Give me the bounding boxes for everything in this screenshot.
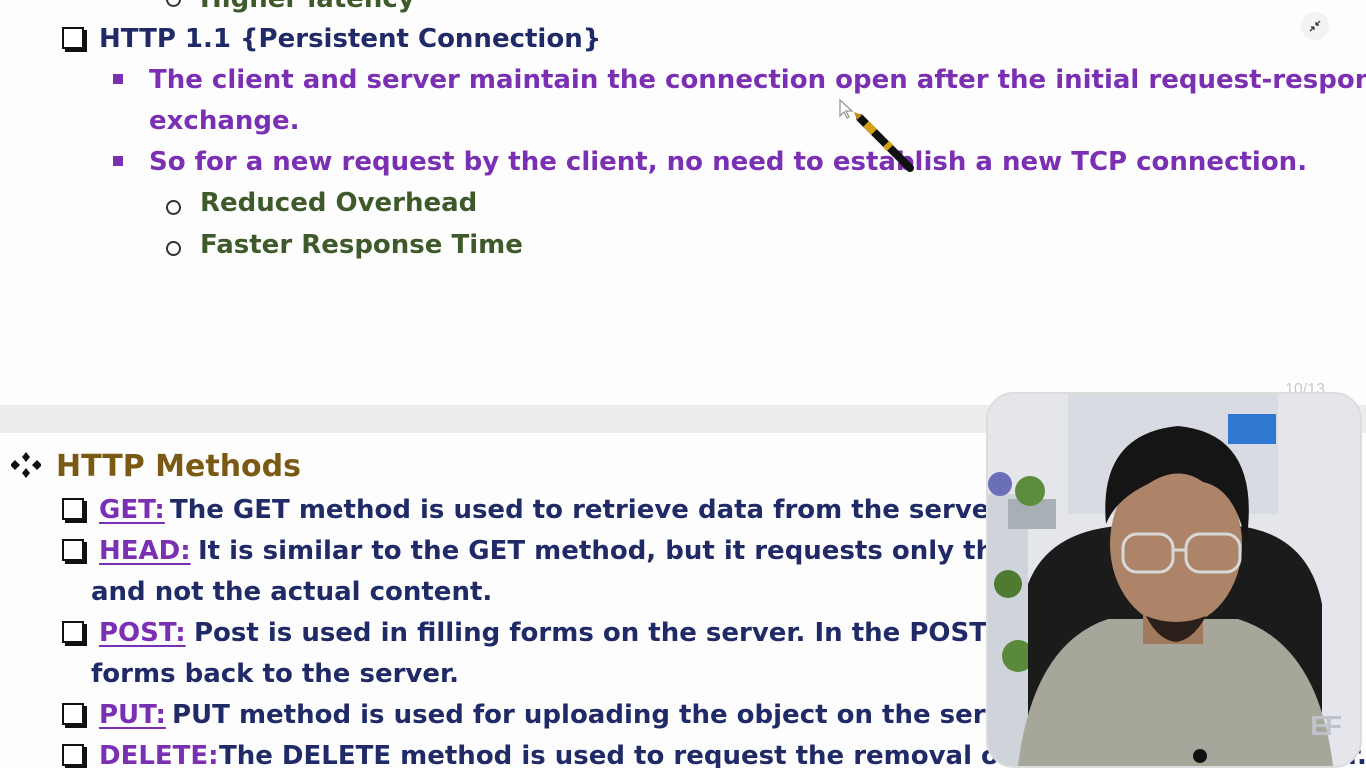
checkbox-bullet-icon [62, 744, 84, 766]
exit-fullscreen-icon [1309, 20, 1321, 32]
presenter-video [988, 394, 1360, 766]
method-post-continuation: forms back to the server. [91, 659, 459, 689]
checkbox-bullet-icon [62, 27, 84, 49]
cut-off-sub-item: Higher latency [200, 0, 415, 14]
square-bullet-icon [113, 156, 123, 166]
method-get-text: The GET method is used to retrieve data … [170, 495, 1009, 525]
section-title: HTTP Methods [56, 449, 301, 484]
channel-logo: EF [1310, 710, 1342, 741]
circle-bullet-icon [166, 241, 181, 256]
method-delete-label: DELETE: [99, 741, 219, 768]
section-heading: HTTP 1.1 {Persistent Connection} [99, 24, 602, 54]
method-head-label: HEAD: [99, 536, 191, 566]
diamond-bullet-icon [11, 452, 41, 478]
circle-bullet-icon [166, 0, 181, 7]
checkbox-bullet-icon [62, 539, 84, 561]
slide-top: Higher latency HTTP 1.1 {Persistent Conn… [0, 0, 1366, 405]
method-head-continuation: and not the actual content. [91, 577, 493, 607]
bullet-1-line-1: The client and server maintain the conne… [149, 65, 1366, 95]
exit-fullscreen-button[interactable] [1301, 12, 1329, 40]
checkbox-bullet-icon [62, 498, 84, 520]
checkbox-bullet-icon [62, 621, 84, 643]
method-head-text: It is similar to the GET method, but it … [198, 536, 1012, 566]
square-bullet-icon [113, 74, 123, 84]
bullet-1-line-2: exchange. [149, 106, 300, 136]
method-put-text: PUT method is used for uploading the obj… [172, 700, 1040, 730]
sub-item-faster-response: Faster Response Time [200, 230, 523, 260]
fountain-pen-cursor-icon [854, 112, 914, 172]
method-post-label: POST: [99, 618, 186, 648]
bullet-2-line-1: So for a new request by the client, no n… [149, 147, 1308, 177]
webcam-overlay: EF [986, 392, 1362, 768]
method-put-label: PUT: [99, 700, 166, 730]
circle-bullet-icon [166, 200, 181, 215]
method-post-text: Post is used in filling forms on the ser… [194, 618, 987, 648]
checkbox-bullet-icon [62, 703, 84, 725]
sub-item-reduced-overhead: Reduced Overhead [200, 188, 478, 218]
method-get-label: GET: [99, 495, 165, 525]
